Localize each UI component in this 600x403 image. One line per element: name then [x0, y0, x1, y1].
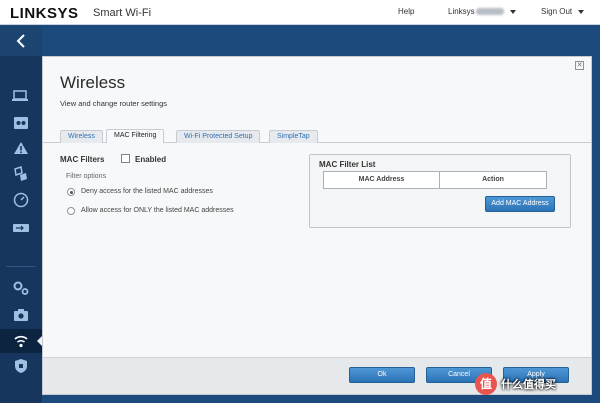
settings-gears-icon[interactable]: [12, 280, 30, 296]
mac-filters-label: MAC Filters: [60, 155, 105, 164]
sidebar-item-camera[interactable]: [11, 307, 31, 323]
enabled-label[interactable]: Enabled: [135, 155, 166, 164]
ok-button[interactable]: Ok: [349, 367, 415, 383]
mac-filter-list-title: MAC Filter List: [319, 160, 376, 169]
column-header-mac-address: MAC Address: [324, 172, 440, 188]
help-label[interactable]: Help: [398, 7, 414, 16]
tab-wireless[interactable]: Wireless: [60, 130, 103, 143]
top-bar: LINKSYS Smart Wi-Fi Help Linksys Sign Ou…: [0, 0, 600, 25]
add-mac-address-button[interactable]: Add MAC Address: [485, 196, 555, 212]
tab-wifi-protected-setup[interactable]: Wi-Fi Protected Setup: [176, 130, 261, 143]
sidebar-item-media-prioritization[interactable]: [11, 166, 31, 182]
external-storage-icon[interactable]: [12, 222, 30, 234]
parental-controls-icon[interactable]: [13, 114, 29, 130]
back-button[interactable]: [0, 26, 42, 56]
shield-icon[interactable]: [14, 358, 28, 374]
enabled-checkbox[interactable]: [121, 154, 130, 163]
camera-icon[interactable]: [13, 308, 29, 322]
sidebar-item-network-map[interactable]: [11, 88, 31, 104]
allow-only-radio[interactable]: [67, 207, 75, 215]
speed-test-icon[interactable]: [13, 192, 29, 208]
mac-filter-table: MAC Address Action: [323, 171, 547, 189]
allow-only-label[interactable]: Allow access for ONLY the listed MAC add…: [81, 207, 234, 214]
sign-out-label[interactable]: Sign Out: [541, 7, 572, 16]
deny-access-radio[interactable]: [67, 188, 75, 196]
tab-mac-filtering[interactable]: MAC Filtering: [106, 129, 165, 143]
help-link[interactable]: Help: [398, 7, 414, 16]
wireless-icon[interactable]: [13, 333, 29, 349]
sidebar-item-external-storage[interactable]: [11, 220, 31, 236]
chevron-down-icon[interactable]: [509, 9, 516, 14]
sidebar-item-wireless[interactable]: [11, 333, 31, 349]
sign-out-menu[interactable]: Sign Out: [541, 7, 585, 16]
sidebar-item-speed-test[interactable]: [11, 192, 31, 208]
deny-access-label[interactable]: Deny access for the listed MAC addresses: [81, 188, 213, 195]
tab-bar: Wireless MAC Filtering Wi-Fi Protected S…: [43, 127, 591, 143]
mac-filter-list-panel: MAC Filter List MAC Address Action Add M…: [309, 154, 571, 228]
watermark: 值 什么值得买: [475, 371, 556, 397]
watermark-text: 什么值得买: [501, 379, 556, 391]
troubleshooting-icon[interactable]: [13, 141, 29, 155]
user-name[interactable]: Linksys: [448, 7, 475, 16]
column-header-action: Action: [482, 176, 504, 183]
sidebar-item-connectivity[interactable]: [11, 280, 31, 296]
watermark-badge: 值: [475, 373, 497, 395]
sidebar-divider: [6, 266, 36, 267]
product-name: Smart Wi-Fi: [93, 7, 152, 19]
user-menu[interactable]: Linksys: [448, 7, 516, 16]
redacted-username: [475, 8, 504, 16]
wireless-dialog: ✕ Wireless View and change router settin…: [42, 56, 592, 395]
filter-options-label: Filter options: [66, 173, 107, 180]
media-prioritization-icon[interactable]: [13, 166, 29, 182]
linksys-logo: LINKSYS: [10, 5, 79, 22]
page-subtitle: View and change router settings: [60, 99, 168, 108]
sidebar: [0, 26, 42, 403]
chevron-down-icon[interactable]: [578, 9, 585, 14]
tab-simpletap[interactable]: SimpleTap: [269, 130, 318, 143]
page-title: Wireless: [60, 73, 126, 92]
chevron-left-icon[interactable]: [16, 34, 26, 48]
sidebar-item-parental-controls[interactable]: [11, 114, 31, 130]
network-map-icon[interactable]: [12, 90, 30, 102]
sidebar-item-troubleshooting[interactable]: [11, 140, 31, 156]
close-icon[interactable]: ✕: [575, 61, 584, 70]
sidebar-item-security[interactable]: [11, 358, 31, 374]
